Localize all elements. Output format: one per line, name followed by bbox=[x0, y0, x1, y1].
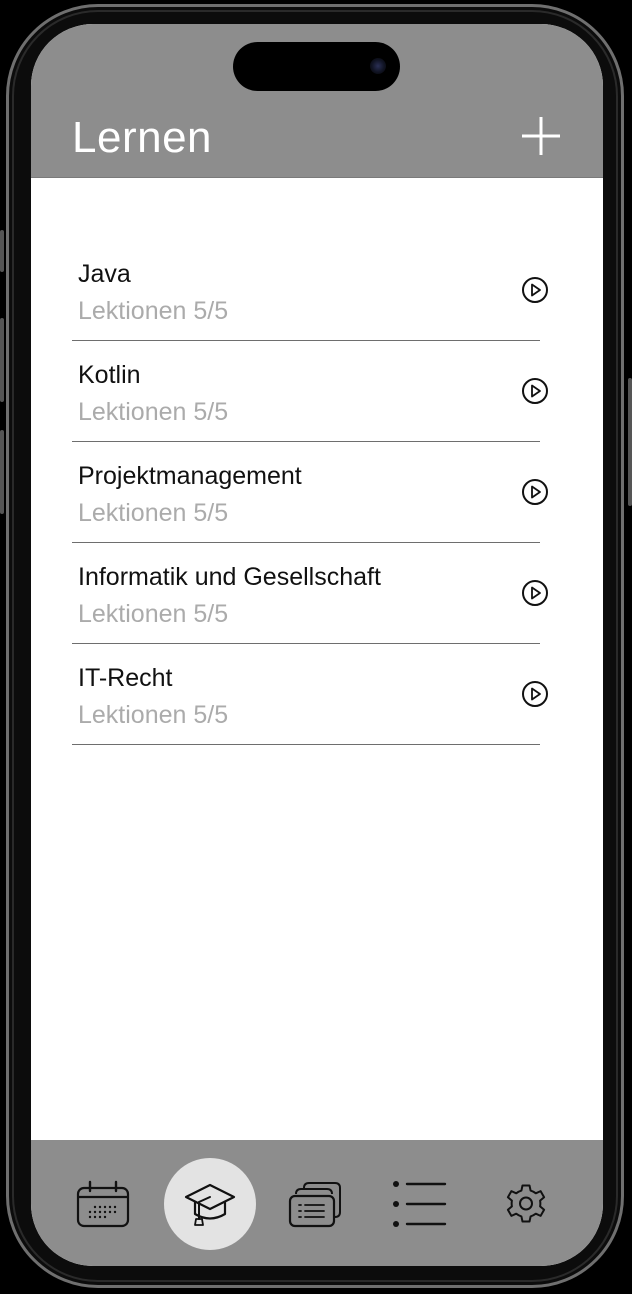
course-name: IT-Recht bbox=[78, 664, 173, 692]
course-progress: Lektionen 5/5 bbox=[78, 398, 229, 426]
flashcards-icon bbox=[288, 1182, 341, 1228]
play-circle-icon bbox=[522, 681, 548, 707]
list-item[interactable]: Java Lektionen 5/5 bbox=[31, 240, 603, 341]
list-item[interactable]: Informatik und Gesellschaft Lektionen 5/… bbox=[31, 543, 603, 644]
play-button[interactable] bbox=[521, 680, 549, 708]
play-button[interactable] bbox=[521, 579, 549, 607]
volume-up-button bbox=[0, 318, 4, 402]
tab-calendar[interactable] bbox=[57, 1158, 149, 1250]
course-name: Kotlin bbox=[78, 361, 141, 389]
play-button[interactable] bbox=[521, 478, 549, 506]
calendar-icon bbox=[76, 1180, 130, 1228]
graduation-cap-icon bbox=[184, 1183, 236, 1226]
volume-down-button bbox=[0, 430, 4, 514]
power-button bbox=[628, 378, 632, 506]
course-name: Informatik und Gesellschaft bbox=[78, 563, 381, 591]
play-button[interactable] bbox=[521, 377, 549, 405]
play-circle-icon bbox=[522, 277, 548, 303]
app-header: Lernen bbox=[31, 24, 603, 178]
list-item[interactable]: Projektmanagement Lektionen 5/5 bbox=[31, 442, 603, 543]
play-circle-icon bbox=[522, 378, 548, 404]
list-item[interactable]: Kotlin Lektionen 5/5 bbox=[31, 341, 603, 442]
dynamic-island bbox=[233, 42, 400, 91]
list-icon bbox=[393, 1181, 447, 1227]
add-course-button[interactable] bbox=[519, 114, 563, 158]
course-list: Java Lektionen 5/5 Kotlin Lektionen 5/5 bbox=[31, 240, 603, 745]
course-progress: Lektionen 5/5 bbox=[78, 701, 229, 729]
phone-frame: Lernen Java Lektionen 5/5 Kotlin Lektion… bbox=[0, 0, 632, 1294]
course-name: Projektmanagement bbox=[78, 462, 302, 490]
play-button[interactable] bbox=[521, 276, 549, 304]
page-title: Lernen bbox=[72, 113, 213, 162]
action-button bbox=[0, 230, 4, 272]
tab-cards[interactable] bbox=[270, 1158, 362, 1250]
divider bbox=[72, 744, 540, 745]
course-progress: Lektionen 5/5 bbox=[78, 600, 229, 628]
tab-bar bbox=[31, 1140, 603, 1266]
plus-icon bbox=[522, 117, 560, 155]
tab-learn[interactable] bbox=[164, 1158, 256, 1250]
front-camera bbox=[370, 58, 386, 74]
course-progress: Lektionen 5/5 bbox=[78, 297, 229, 325]
list-item[interactable]: IT-Recht Lektionen 5/5 bbox=[31, 644, 603, 745]
play-circle-icon bbox=[522, 580, 548, 606]
gear-icon bbox=[506, 1184, 546, 1223]
tab-list[interactable] bbox=[374, 1158, 466, 1250]
course-progress: Lektionen 5/5 bbox=[78, 499, 229, 527]
app-screen: Lernen Java Lektionen 5/5 Kotlin Lektion… bbox=[31, 24, 603, 1266]
course-name: Java bbox=[78, 260, 131, 288]
tab-settings[interactable] bbox=[480, 1158, 572, 1250]
play-circle-icon bbox=[522, 479, 548, 505]
